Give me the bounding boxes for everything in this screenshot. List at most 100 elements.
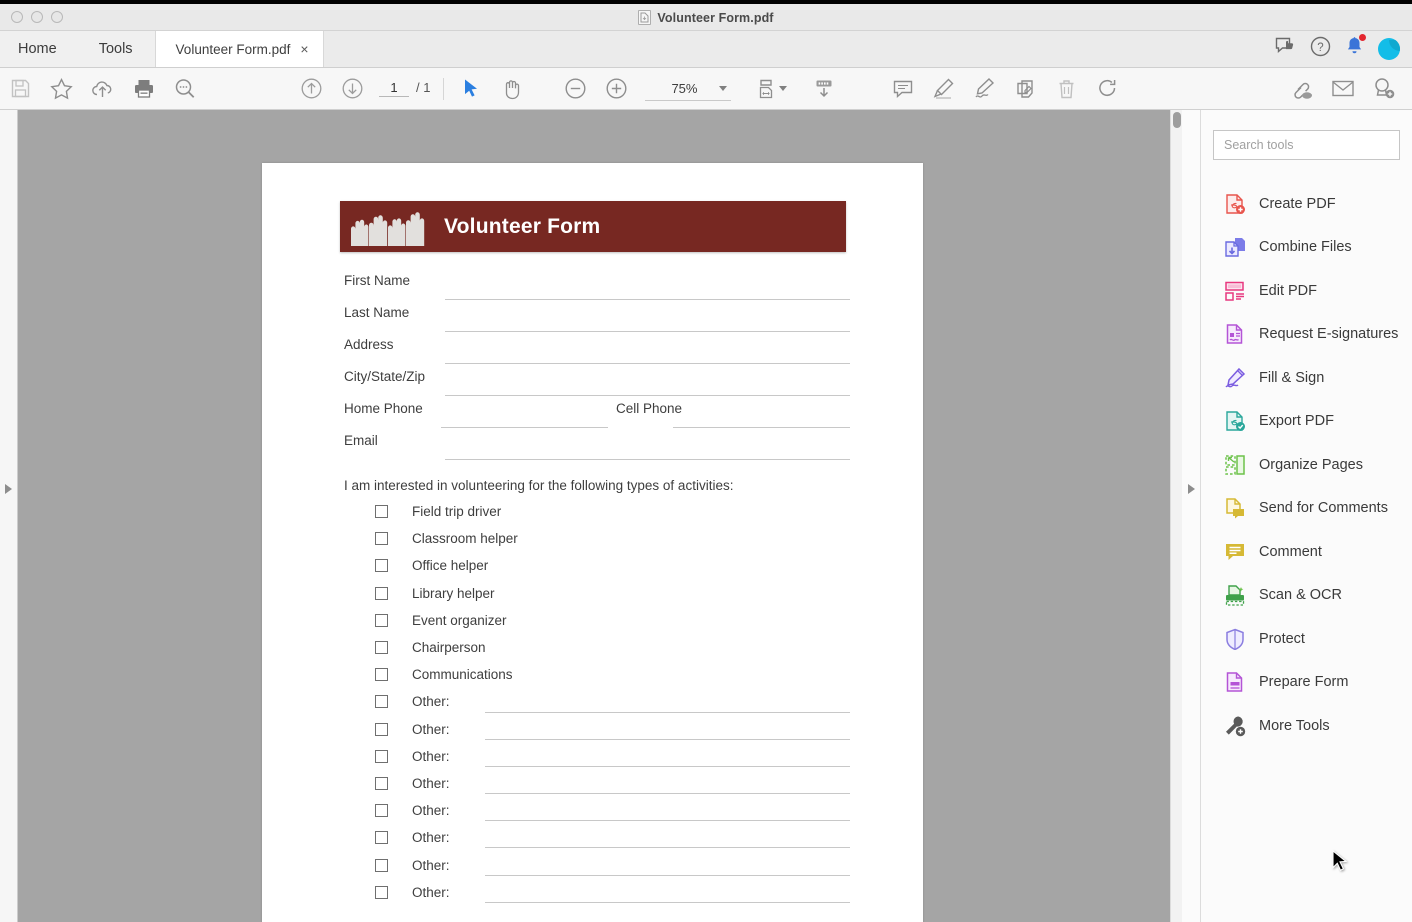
next-page-icon[interactable] <box>332 69 373 109</box>
checkbox[interactable] <box>375 613 388 627</box>
zoom-in-icon[interactable] <box>596 69 637 109</box>
zoom-level-selector[interactable]: 75% <box>645 77 732 101</box>
checkbox[interactable] <box>375 804 388 818</box>
share-feedback-icon[interactable] <box>1275 37 1296 61</box>
cell-phone-input[interactable] <box>673 427 850 428</box>
checkbox-row-other[interactable]: Other: <box>375 743 850 770</box>
checkbox[interactable] <box>375 668 388 682</box>
tool-fill-and-sign[interactable]: Fill & Sign <box>1201 356 1412 400</box>
fit-page-chevron-icon[interactable] <box>779 86 788 91</box>
previous-page-icon[interactable] <box>291 69 332 109</box>
add-stamp-icon[interactable] <box>1005 69 1046 109</box>
scrollbar-thumb[interactable] <box>1173 112 1181 128</box>
checkbox[interactable] <box>375 641 388 655</box>
tool-comment[interactable]: Comment <box>1201 530 1412 574</box>
zoom-out-icon[interactable] <box>555 69 596 109</box>
print-icon[interactable] <box>123 69 164 109</box>
document-viewport[interactable]: Volunteer Form First Name Last Name Addr… <box>19 110 1170 922</box>
checkbox-row[interactable]: Office helper <box>375 552 850 579</box>
other-text-input[interactable] <box>485 793 850 795</box>
tool-edit-pdf[interactable]: Edit PDF <box>1201 269 1412 313</box>
other-text-input[interactable] <box>485 901 850 903</box>
checkbox-row-other[interactable]: Other: <box>375 716 850 743</box>
other-text-input[interactable] <box>485 820 850 822</box>
save-icon[interactable] <box>0 69 41 109</box>
home-phone-input[interactable] <box>441 427 608 428</box>
page-display-icon[interactable] <box>803 69 844 109</box>
other-text-input[interactable] <box>485 765 850 767</box>
add-comment-icon[interactable] <box>882 69 923 109</box>
share-link-icon[interactable] <box>1281 69 1322 109</box>
menu-tools[interactable]: Tools <box>76 31 155 67</box>
checkbox-row[interactable]: Event organizer <box>375 607 850 634</box>
last-name-input[interactable] <box>445 331 850 332</box>
other-text-input[interactable] <box>485 874 850 876</box>
checkbox[interactable] <box>375 749 388 763</box>
tool-scan-and-ocr[interactable]: Scan & OCR <box>1201 574 1412 618</box>
help-icon[interactable]: ? <box>1310 36 1331 62</box>
tool-create-pdf[interactable]: Create PDF <box>1201 182 1412 226</box>
tools-pane-toggle-strip[interactable] <box>1182 110 1201 922</box>
search-tools-box[interactable] <box>1213 130 1400 160</box>
checkbox-row-other[interactable]: Other: <box>375 688 850 715</box>
checkbox-row-other[interactable]: Other: <box>375 770 850 797</box>
expand-navigation-pane-icon[interactable] <box>5 484 12 494</box>
other-text-input[interactable] <box>485 847 850 849</box>
add-to-favorites-icon[interactable] <box>41 69 82 109</box>
highlight-text-icon[interactable] <box>923 69 964 109</box>
minimize-window-button[interactable] <box>31 11 43 23</box>
tool-prepare-form[interactable]: Prepare Form <box>1201 661 1412 705</box>
email-icon[interactable] <box>1322 69 1363 109</box>
vertical-scrollbar[interactable] <box>1170 110 1182 922</box>
chevron-down-icon[interactable] <box>719 85 728 91</box>
other-text-input[interactable] <box>485 738 850 740</box>
tool-protect[interactable]: Protect <box>1201 617 1412 661</box>
hand-pan-icon[interactable] <box>492 69 533 109</box>
tool-request-esignatures[interactable]: Request E-signatures <box>1201 313 1412 357</box>
checkbox-row-other[interactable]: Other: <box>375 797 850 824</box>
tool-organize-pages[interactable]: Organize Pages <box>1201 443 1412 487</box>
fit-page-icon[interactable] <box>751 69 781 109</box>
select-cursor-icon[interactable] <box>451 69 492 109</box>
checkbox[interactable] <box>375 586 388 600</box>
user-avatar[interactable] <box>1378 38 1400 60</box>
checkbox[interactable] <box>375 858 388 872</box>
city-state-zip-input[interactable] <box>445 395 850 396</box>
checkbox-row-other[interactable]: Other: <box>375 879 850 906</box>
add-person-icon[interactable] <box>1363 69 1404 109</box>
rotate-page-icon[interactable] <box>1087 69 1128 109</box>
other-text-input[interactable] <box>485 711 850 713</box>
navigation-pane-collapsed[interactable] <box>0 110 18 922</box>
first-name-input[interactable] <box>445 299 850 300</box>
checkbox-row[interactable]: Field trip driver <box>375 498 850 525</box>
search-input[interactable] <box>1224 138 1389 152</box>
checkbox[interactable] <box>375 505 388 519</box>
checkbox[interactable] <box>375 776 388 790</box>
tool-send-for-comments[interactable]: Send for Comments <box>1201 487 1412 531</box>
delete-icon[interactable] <box>1046 69 1087 109</box>
checkbox[interactable] <box>375 695 388 709</box>
checkbox[interactable] <box>375 532 388 546</box>
page-number-input[interactable] <box>379 80 409 97</box>
checkbox[interactable] <box>375 722 388 736</box>
find-text-icon[interactable] <box>164 69 205 109</box>
checkbox[interactable] <box>375 559 388 573</box>
address-input[interactable] <box>445 363 850 364</box>
menu-home[interactable]: Home <box>0 31 77 67</box>
maximize-window-button[interactable] <box>51 11 63 23</box>
checkbox-row[interactable]: Library helper <box>375 580 850 607</box>
checkbox-row[interactable]: Chairperson <box>375 634 850 661</box>
tool-export-pdf[interactable]: Export PDF <box>1201 400 1412 444</box>
upload-to-cloud-icon[interactable] <box>82 69 123 109</box>
collapse-tools-pane-icon[interactable] <box>1188 484 1195 494</box>
email-input[interactable] <box>445 459 850 460</box>
checkbox[interactable] <box>375 885 388 899</box>
tool-more-tools[interactable]: More Tools <box>1201 704 1412 748</box>
close-window-button[interactable] <box>11 11 23 23</box>
close-tab-icon[interactable]: × <box>300 42 308 56</box>
checkbox-row-other[interactable]: Other: <box>375 824 850 851</box>
tab-volunteer-form[interactable]: Volunteer Form.pdf × <box>154 31 324 67</box>
tool-combine-files[interactable]: Combine Files <box>1201 226 1412 270</box>
checkbox-row[interactable]: Classroom helper <box>375 525 850 552</box>
checkbox-row-other[interactable]: Other: <box>375 851 850 878</box>
